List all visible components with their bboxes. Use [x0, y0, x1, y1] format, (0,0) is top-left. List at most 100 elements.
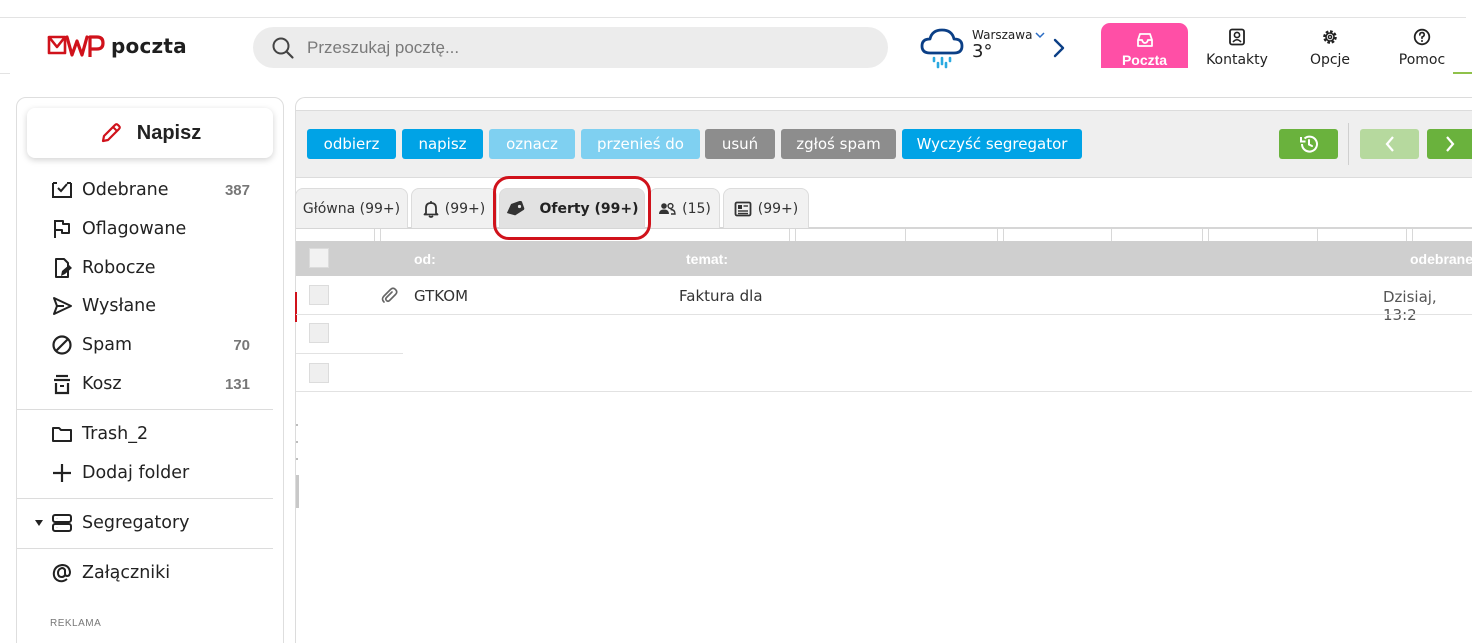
weather-city-label: Warszawa — [972, 28, 1033, 42]
next-page-button[interactable] — [1427, 129, 1472, 159]
folder-label: Robocze — [82, 258, 156, 278]
tag-icon — [507, 200, 525, 215]
nav-opcje[interactable]: Opcje — [1290, 28, 1370, 68]
column-subject[interactable]: temat: — [686, 251, 728, 267]
add-folder-label: Dodaj folder — [82, 463, 190, 483]
message-list-header — [296, 241, 1472, 276]
toolbar-divider — [1348, 123, 1349, 165]
inbox-icon — [50, 178, 74, 202]
binder-icon — [50, 511, 74, 535]
caret-down-icon — [35, 520, 43, 526]
nav-poczta-label: Poczta — [1121, 52, 1168, 68]
message-from[interactable]: GTKOM — [414, 287, 468, 305]
folder-spam[interactable]: Spam 70 — [50, 330, 260, 360]
folder-oflagowane[interactable]: Oflagowane — [50, 214, 260, 244]
nav-kontakty[interactable]: Kontakty — [1197, 28, 1277, 68]
add-folder-button[interactable]: Dodaj folder — [50, 458, 260, 488]
report-spam-button[interactable]: zgłoś spam — [781, 129, 896, 159]
message-subject[interactable]: Faktura dla — [679, 287, 763, 305]
chevron-left-icon — [1385, 136, 1394, 152]
folder-zalaczniki[interactable]: Załączniki — [50, 558, 260, 588]
folder-icon — [50, 422, 74, 446]
write-button[interactable]: napisz — [402, 129, 483, 159]
folder-wyslane[interactable]: Wysłane — [50, 291, 260, 321]
scroll-artifact — [296, 458, 298, 460]
nav-pomoc[interactable]: Pomoc — [1382, 28, 1462, 68]
folder-count: 131 — [224, 375, 250, 393]
select-all-checkbox[interactable] — [309, 248, 329, 268]
column-received[interactable]: odebrane — [1410, 251, 1472, 267]
move-to-button[interactable]: przenieś do — [581, 129, 700, 159]
tab-oferty[interactable]: Oferty (99+) — [499, 188, 645, 228]
folder-label: Odebrane — [82, 180, 169, 200]
scroll-artifact — [296, 424, 298, 426]
folder-kosz[interactable]: Kosz 131 — [50, 369, 260, 399]
send-icon — [50, 294, 74, 318]
tab-label: (99+) — [757, 200, 799, 217]
spam-icon — [50, 333, 74, 357]
row-checkbox[interactable] — [309, 363, 329, 383]
folder-label: Załączniki — [82, 563, 171, 583]
chevron-right-icon — [1445, 136, 1454, 152]
row-divider — [296, 391, 1472, 392]
weather-widget[interactable]: Warszawa 3° — [920, 27, 1045, 69]
folder-odebrane[interactable]: Odebrane 387 — [50, 175, 260, 205]
nav-pomoc-label: Pomoc — [1398, 52, 1446, 68]
tab-glowna[interactable]: Główna (99+) — [295, 188, 408, 228]
wp-logo-icon — [47, 35, 105, 57]
delete-button[interactable]: usuń — [705, 129, 775, 159]
help-icon — [1413, 28, 1431, 46]
segregatory-label: Segregatory — [82, 513, 190, 533]
history-icon — [1299, 135, 1318, 153]
folder-robocze[interactable]: Robocze — [50, 253, 260, 283]
row-checkbox[interactable] — [309, 285, 329, 305]
search-icon — [272, 37, 294, 59]
wp-poczta-logo[interactable]: poczta — [47, 31, 187, 61]
row-checkbox[interactable] — [309, 323, 329, 343]
tab-label: (15) — [682, 200, 711, 217]
nav-accent-underline — [1453, 72, 1472, 74]
prev-page-button[interactable] — [1360, 129, 1419, 159]
tab-newsletters[interactable]: (99+) — [723, 188, 809, 228]
ad-label: REKLAMA — [50, 618, 102, 629]
search-input[interactable] — [307, 37, 867, 58]
sidebar-divider — [17, 498, 273, 499]
gear-icon — [1323, 30, 1337, 44]
nav-poczta[interactable]: Poczta — [1101, 23, 1188, 68]
search-bar[interactable] — [253, 27, 888, 68]
weather-city[interactable]: Warszawa — [972, 28, 1045, 42]
sidebar-divider — [17, 409, 273, 410]
tab-label: (99+) — [444, 200, 486, 217]
compose-button[interactable]: Napisz — [27, 108, 273, 158]
segregatory-toggle[interactable]: Segregatory — [34, 508, 260, 538]
history-button[interactable] — [1279, 129, 1338, 159]
receive-button[interactable]: odbierz — [307, 129, 396, 159]
message-date[interactable]: Dzisiaj, 13:2 — [1383, 288, 1472, 324]
column-from[interactable]: od: — [414, 251, 436, 267]
flag-icon — [50, 217, 74, 241]
draft-icon — [50, 256, 74, 280]
tab-social[interactable]: (15) — [649, 188, 720, 228]
tab-notifications[interactable]: (99+) — [411, 188, 497, 228]
inbox-tray-icon — [1136, 33, 1153, 47]
folder-label: Oflagowane — [82, 219, 187, 239]
folder-label: Kosz — [82, 374, 122, 394]
folder-trash-2[interactable]: Trash_2 — [50, 419, 260, 449]
scroll-handle[interactable] — [296, 475, 299, 508]
attachment-at-icon — [50, 561, 74, 585]
paperclip-icon — [381, 287, 398, 303]
compose-label: Napisz — [136, 121, 202, 144]
clear-segregator-button[interactable]: Wyczyść segregator — [902, 129, 1082, 159]
main-panel — [295, 97, 1472, 643]
folder-label: Wysłane — [82, 296, 157, 316]
logo-text: poczta — [111, 34, 187, 58]
row-divider — [296, 314, 1472, 315]
nav-kontakty-label: Kontakty — [1206, 52, 1268, 68]
rain-cloud-icon — [920, 28, 964, 69]
weather-next-icon[interactable] — [1052, 38, 1066, 58]
sidebar-divider — [17, 548, 273, 549]
weather-temperature: 3° — [972, 41, 993, 62]
unread-marker — [295, 292, 297, 322]
mark-button[interactable]: oznacz — [489, 129, 575, 159]
tab-label: Oferty (99+) — [539, 200, 639, 217]
